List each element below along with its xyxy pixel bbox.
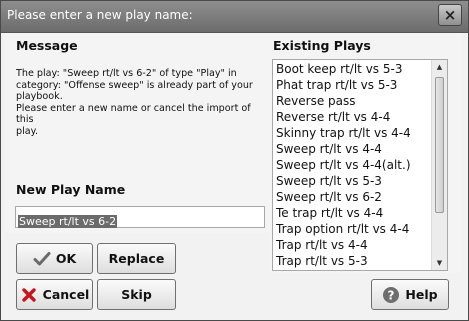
title-bar[interactable]: Please enter a new play name: ×	[1, 1, 468, 33]
help-icon: ?	[382, 286, 400, 304]
close-icon: ×	[443, 6, 457, 24]
list-item[interactable]: Sweep rt/lt vs 6-2	[276, 190, 382, 204]
svg-text:?: ?	[388, 288, 395, 302]
list-item[interactable]: Trap rt/lt vs 5-3	[276, 254, 368, 268]
list-item[interactable]: Sweep rt/lt vs 5-3	[276, 174, 382, 188]
new-play-name-value: Sweep rt/lt vs 6-2	[18, 215, 118, 228]
checkmark-icon	[33, 250, 51, 268]
window-title: Please enter a new play name:	[7, 8, 193, 22]
help-button[interactable]: ? Help	[371, 279, 449, 310]
list-item[interactable]: Skinny trap rt/lt vs 4-4	[276, 126, 411, 140]
new-play-name-input[interactable]: Sweep rt/lt vs 6-2	[15, 206, 265, 228]
message-line: play.	[16, 125, 38, 137]
help-button-label: Help	[405, 287, 438, 302]
replace-button-label: Replace	[108, 251, 165, 266]
list-item[interactable]: Phat trap rt/lt vs 5-3	[276, 78, 397, 92]
list-scrollbar[interactable]: ▲ ▼	[431, 60, 447, 270]
replace-button[interactable]: Replace	[97, 243, 176, 274]
cancel-button-label: Cancel	[42, 287, 90, 302]
message-line: The play: "Sweep rt/lt vs 6-2" of type "…	[16, 68, 237, 79]
scroll-up-arrow-icon[interactable]: ▲	[432, 60, 447, 74]
scroll-down-arrow-icon[interactable]: ▼	[432, 256, 447, 270]
message-heading: Message	[16, 38, 78, 53]
message-text: The play: "Sweep rt/lt vs 6-2" of type "…	[16, 68, 268, 137]
list-item[interactable]: Sweep rt/lt vs 4-4	[276, 142, 382, 156]
ok-button[interactable]: OK	[16, 243, 93, 274]
message-line: playbook.	[16, 91, 63, 102]
message-line: category: "Offense sweep" is already par…	[16, 79, 253, 91]
ok-button-label: OK	[55, 251, 77, 266]
cancel-button[interactable]: Cancel	[16, 279, 93, 310]
existing-plays-list[interactable]: Boot keep rt/lt vs 5-3 Phat trap rt/lt v…	[272, 59, 448, 271]
list-item[interactable]: Boot keep rt/lt vs 5-3	[276, 62, 402, 76]
scroll-thumb[interactable]	[435, 77, 444, 213]
skip-button-label: Skip	[121, 287, 152, 302]
skip-button[interactable]: Skip	[97, 279, 176, 310]
existing-plays-heading: Existing Plays	[273, 38, 371, 53]
message-line: Please enter a new name or cancel the im…	[16, 102, 251, 126]
list-item[interactable]: Reverse rt/lt vs 4-4	[276, 110, 390, 124]
cancel-x-icon	[20, 286, 38, 304]
list-item[interactable]: Te trap rt/lt vs 4-4	[276, 206, 383, 220]
close-button[interactable]: ×	[438, 4, 462, 26]
list-item[interactable]: Trap rt/lt vs 4-4	[276, 238, 368, 252]
list-item[interactable]: Trap option rt/lt vs 4-4	[276, 222, 409, 236]
list-item[interactable]: Sweep rt/lt vs 4-4(alt.)	[276, 158, 411, 172]
list-item[interactable]: Reverse pass	[276, 94, 356, 108]
new-play-name-heading: New Play Name	[16, 182, 126, 197]
